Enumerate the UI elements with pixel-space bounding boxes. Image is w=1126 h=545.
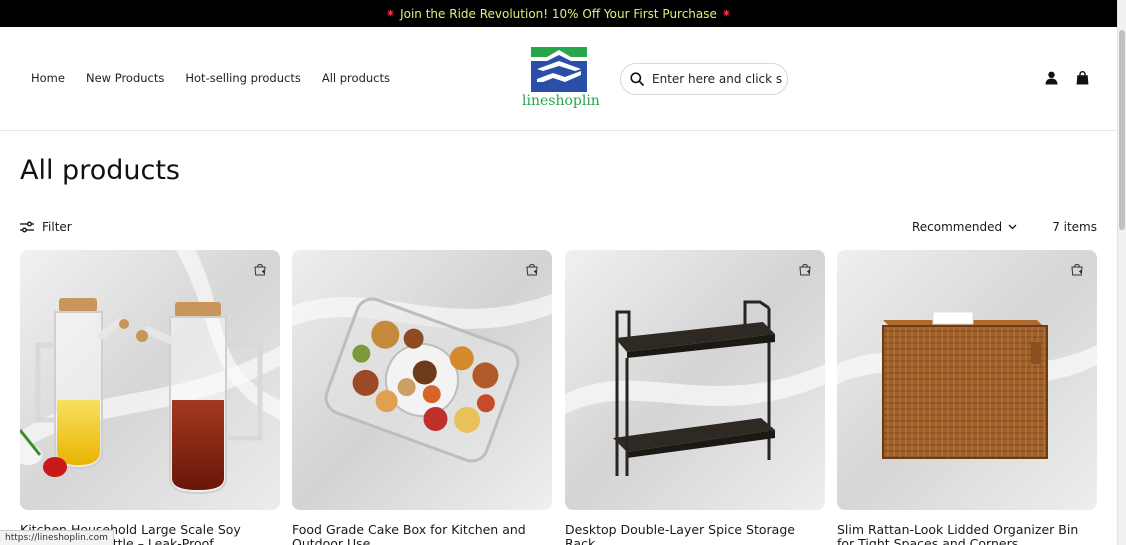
filter-button[interactable]: Filter bbox=[20, 220, 72, 234]
product-card[interactable]: Desktop Double-Layer Spice Storage Rack bbox=[565, 250, 825, 545]
nav-home[interactable]: Home bbox=[31, 71, 65, 85]
product-card[interactable]: Kitchen Household Large Scale Soy Sauce … bbox=[20, 250, 280, 545]
announcement-bar: ✷ Join the Ride Revolution! 10% Off Your… bbox=[0, 0, 1117, 27]
burst-icon: ✷ bbox=[721, 7, 732, 20]
account-icon[interactable] bbox=[1045, 71, 1058, 85]
product-card[interactable]: Food Grade Cake Box for Kitchen and Outd… bbox=[292, 250, 552, 545]
main-nav: Home New Products Hot-selling products A… bbox=[31, 71, 390, 85]
nav-all-products[interactable]: All products bbox=[322, 71, 390, 85]
search-box[interactable] bbox=[620, 63, 788, 95]
site-logo[interactable]: lineshoplin bbox=[522, 47, 600, 109]
chevron-down-icon bbox=[1008, 224, 1017, 230]
scrollbar-thumb[interactable] bbox=[1119, 30, 1125, 230]
product-title[interactable]: Desktop Double-Layer Spice Storage Rack bbox=[565, 523, 820, 545]
burst-icon: ✷ bbox=[385, 7, 396, 20]
page-title: All products bbox=[20, 155, 180, 186]
search-icon[interactable] bbox=[630, 72, 644, 86]
search-input[interactable] bbox=[652, 72, 782, 86]
link-status-bar: https://lineshoplin.com bbox=[0, 530, 114, 545]
sort-select[interactable]: Recommended bbox=[912, 220, 1017, 234]
nav-hot-selling-products[interactable]: Hot-selling products bbox=[185, 71, 300, 85]
product-title[interactable]: Food Grade Cake Box for Kitchen and Outd… bbox=[292, 523, 547, 545]
add-to-cart-icon[interactable] bbox=[799, 264, 811, 276]
add-to-cart-icon[interactable] bbox=[254, 264, 266, 276]
product-image[interactable] bbox=[292, 250, 552, 510]
product-image[interactable] bbox=[565, 250, 825, 510]
page-scrollbar[interactable] bbox=[1117, 0, 1126, 545]
nav-new-products[interactable]: New Products bbox=[86, 71, 164, 85]
logo-wordmark: lineshoplin bbox=[522, 93, 600, 109]
product-title[interactable]: Slim Rattan-Look Lidded Organizer Bin fo… bbox=[837, 523, 1092, 545]
sliders-icon bbox=[20, 221, 34, 233]
sort-label: Recommended bbox=[912, 220, 1003, 234]
announcement-text[interactable]: Join the Ride Revolution! 10% Off Your F… bbox=[400, 7, 717, 21]
add-to-cart-icon[interactable] bbox=[1071, 264, 1083, 276]
product-image[interactable] bbox=[20, 250, 280, 510]
item-count: 7 items bbox=[1052, 220, 1097, 234]
shopping-bag-icon[interactable] bbox=[1076, 71, 1089, 85]
product-image[interactable] bbox=[837, 250, 1097, 510]
site-header: Home New Products Hot-selling products A… bbox=[0, 27, 1117, 131]
product-card[interactable]: Slim Rattan-Look Lidded Organizer Bin fo… bbox=[837, 250, 1097, 545]
logo-mark bbox=[531, 47, 587, 92]
add-to-cart-icon[interactable] bbox=[526, 264, 538, 276]
filter-label: Filter bbox=[42, 220, 72, 234]
